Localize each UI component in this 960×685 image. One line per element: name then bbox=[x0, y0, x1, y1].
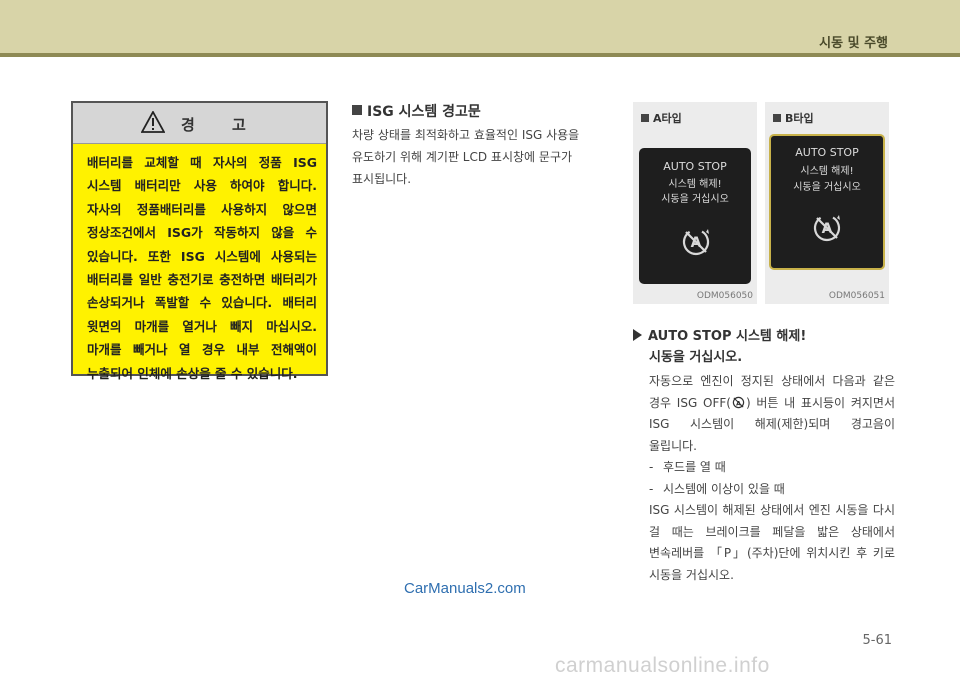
header-divider bbox=[0, 53, 960, 57]
lcd-screen-a: AUTO STOP 시스템 해제! 시동을 거십시오 A bbox=[639, 148, 751, 284]
panel-label-a: A타입 bbox=[641, 110, 682, 126]
lcd-line-1: AUTO STOP bbox=[663, 160, 727, 173]
square-bullet-icon bbox=[773, 114, 781, 122]
list-item: - 후드를 열 때 bbox=[649, 460, 726, 474]
lcd-line-3: 시동을 거십시오 bbox=[661, 194, 729, 205]
lcd-line-3: 시동을 거십시오 bbox=[793, 182, 861, 193]
auto-stop-body: 자동으로 엔진이 정지된 상태에서 다음과 같은 경우 ISG OFF(A) 버… bbox=[649, 371, 895, 586]
isg-section-heading: ISG 시스템 경고문 bbox=[352, 101, 481, 121]
isg-off-icon: A bbox=[732, 396, 745, 408]
chapter-title: 시동 및 주행 bbox=[819, 36, 888, 51]
isg-off-icon: A bbox=[682, 228, 710, 256]
watermark-link-top[interactable]: CarManuals2.com bbox=[404, 580, 526, 597]
auto-stop-paragraph-1: 자동으로 엔진이 정지된 상태에서 다음과 같은 경우 ISG OFF(A) 버… bbox=[649, 374, 895, 453]
square-bullet-icon bbox=[352, 105, 362, 115]
warning-title: 경 고 bbox=[181, 116, 262, 134]
isg-section-body: 차량 상태를 최적화하고 효율적인 ISG 사용을 유도하기 위해 계기판 LC… bbox=[352, 128, 580, 186]
warning-box: 경 고 배터리를 교체할 때 자사의 정품 ISG 시스템 배터리만 사용 하여… bbox=[71, 101, 328, 381]
cluster-image-a: A타입 AUTO STOP 시스템 해제! 시동을 거십시오 A ODM0560… bbox=[633, 102, 757, 304]
square-bullet-icon bbox=[641, 114, 649, 122]
lcd-line-2: 시스템 해제! bbox=[800, 166, 854, 177]
warning-triangle-icon bbox=[141, 111, 165, 133]
isg-off-icon: A bbox=[813, 214, 841, 242]
cluster-image-b: B타입 AUTO STOP 시스템 해제! 시동을 거십시오 A ODM0560… bbox=[765, 102, 889, 304]
warning-header: 경 고 bbox=[73, 103, 326, 144]
isg-section-title: ISG 시스템 경고문 bbox=[367, 104, 481, 120]
watermark-bottom: carmanualsonline.info bbox=[555, 654, 770, 677]
auto-stop-paragraph-2: ISG 시스템이 해제된 상태에서 엔진 시동을 다시 걸 때는 브레이크를 페… bbox=[649, 503, 895, 582]
page-header-band bbox=[0, 0, 960, 56]
arrow-bullet-icon bbox=[633, 329, 642, 341]
auto-stop-heading: AUTO STOP 시스템 해제! 시동을 거십시오. bbox=[633, 326, 903, 368]
warning-text: 배터리를 교체할 때 자사의 정품 ISG 시스템 배터리만 사용 하여야 합니… bbox=[87, 155, 317, 381]
image-code-b: ODM056051 bbox=[828, 291, 885, 301]
list-item: - 시스템에 이상이 있을 때 bbox=[649, 481, 785, 496]
auto-stop-title: AUTO STOP 시스템 해제! bbox=[648, 329, 807, 344]
panel-label-b: B타입 bbox=[773, 110, 814, 126]
lcd-line-2: 시스템 해제! bbox=[668, 179, 722, 190]
lcd-screen-b: AUTO STOP 시스템 해제! 시동을 거십시오 A bbox=[769, 134, 885, 270]
page-number: 5-61 bbox=[862, 633, 892, 648]
lcd-line-1: AUTO STOP bbox=[795, 146, 859, 159]
image-code-a: ODM056050 bbox=[696, 291, 753, 301]
auto-stop-subtitle: 시동을 거십시오. bbox=[649, 350, 743, 365]
